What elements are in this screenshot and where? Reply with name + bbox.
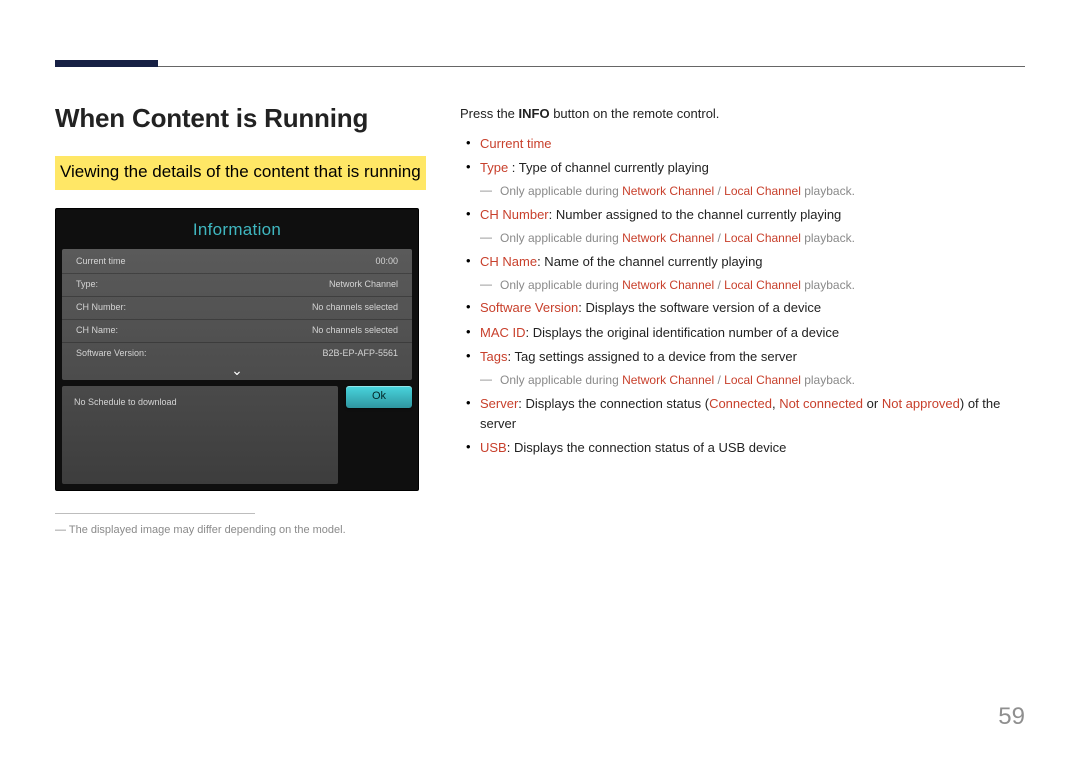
details-list: Current time Type : Type of channel curr… [460,132,1025,460]
top-rule [158,66,1025,67]
tv-row-value: B2B-EP-AFP-5561 [322,347,398,361]
tv-lower-row: No Schedule to download Ok [62,386,412,484]
tv-row-label: Current time [76,255,126,269]
page-number: 59 [998,698,1025,735]
chevron-down-icon: ⌄ [62,365,412,378]
tv-info-panel: Information Current time 00:00 Type: Net… [55,208,419,491]
note-tags: Only applicable during Network Channel /… [480,369,1025,392]
tv-schedule-box: No Schedule to download [62,386,338,484]
tv-row-label: Type: [76,278,98,292]
left-column: When Content is Running Viewing the deta… [55,98,430,539]
right-column: Press the INFO button on the remote cont… [460,98,1025,539]
note-ch-number: Only applicable during Network Channel /… [480,227,1025,250]
item-usb: USB: Displays the connection status of a… [460,436,1025,460]
item-software-version: Software Version: Displays the software … [460,296,1025,320]
item-mac-id: MAC ID: Displays the original identifica… [460,321,1025,345]
tv-row-value: No channels selected [312,301,398,315]
tv-panel-title: Information [62,215,412,249]
section-subheading: Viewing the details of the content that … [55,156,426,189]
intro-text: Press the INFO button on the remote cont… [460,104,1025,124]
tv-row-value: Network Channel [329,278,398,292]
tv-row-type: Type: Network Channel [62,273,412,296]
page-body: When Content is Running Viewing the deta… [0,0,1080,539]
item-ch-number: CH Number: Number assigned to the channe… [460,203,1025,227]
item-current-time: Current time [460,132,1025,156]
note-type: Only applicable during Network Channel /… [480,180,1025,203]
ok-button[interactable]: Ok [346,386,412,408]
tv-row-label: CH Number: [76,301,126,315]
page-title: When Content is Running [55,98,430,138]
tv-info-table: Current time 00:00 Type: Network Channel… [62,249,412,380]
image-disclaimer-footnote: ― The displayed image may differ dependi… [55,522,430,539]
tv-row-value: No channels selected [312,324,398,338]
tv-row-value: 00:00 [375,255,398,269]
tv-row-current-time: Current time 00:00 [62,251,412,273]
footnote-rule [55,513,255,514]
item-type: Type : Type of channel currently playing [460,156,1025,180]
tv-row-ch-name: CH Name: No channels selected [62,319,412,342]
section-accent-bar [55,60,158,67]
tv-row-ch-number: CH Number: No channels selected [62,296,412,319]
item-tags: Tags: Tag settings assigned to a device … [460,345,1025,369]
item-ch-name: CH Name: Name of the channel currently p… [460,250,1025,274]
note-ch-name: Only applicable during Network Channel /… [480,274,1025,297]
tv-row-label: Software Version: [76,347,147,361]
item-server: Server: Displays the connection status (… [460,392,1025,436]
tv-row-label: CH Name: [76,324,118,338]
